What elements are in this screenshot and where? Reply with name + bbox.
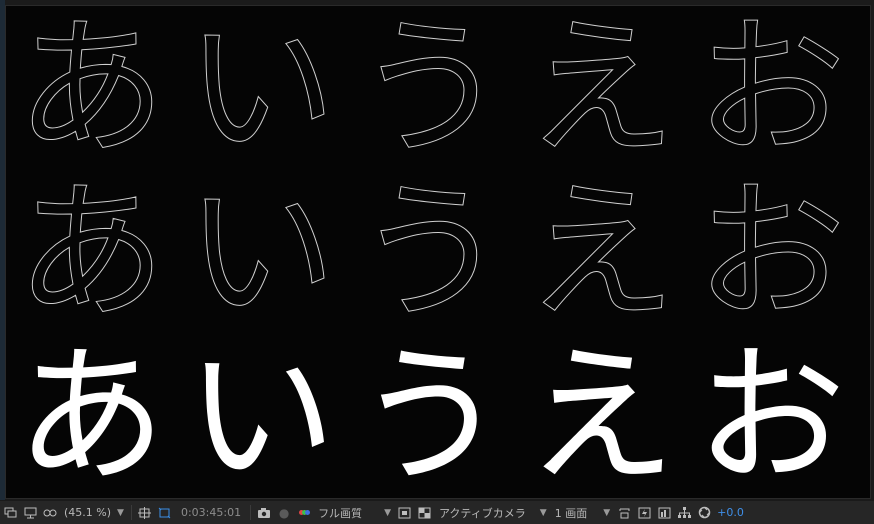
reset-exposure-icon[interactable] (694, 501, 714, 524)
monitor-icon[interactable] (20, 501, 40, 524)
mask-visibility-icon[interactable] (40, 501, 60, 524)
viewer-toolbar: (45.1 %) ▼ 0:03:45:01 ● フル画質 ▼ アクティブカメラ … (0, 500, 874, 524)
camera-value: アクティブカメラ (438, 506, 526, 520)
outline-row-1: あ い う え お (6, 2, 870, 176)
panel-edge (0, 0, 5, 500)
outline-row-2: あ い う え お (6, 166, 870, 340)
channel-icon[interactable] (294, 501, 314, 524)
glyph: い (185, 2, 336, 176)
glyph: う (355, 2, 506, 176)
fast-previews-icon[interactable] (634, 501, 654, 524)
glyph: い (185, 330, 336, 504)
toggle-pixel-aspect-icon[interactable] (614, 501, 634, 524)
divider (250, 505, 252, 520)
glyph: う (355, 330, 506, 504)
always-preview-icon[interactable] (0, 501, 20, 524)
glyph: お (695, 330, 846, 504)
views-dropdown[interactable]: 1 画面 ▼ (551, 501, 614, 524)
glyph: あ (15, 330, 166, 504)
glyph: お (695, 2, 846, 176)
checkerboard-icon[interactable] (415, 501, 435, 524)
composition-canvas[interactable]: あ い う え お あ い う え お あ い う え お (6, 6, 870, 498)
exposure-value[interactable]: +0.0 (714, 501, 747, 524)
zoom-dropdown[interactable]: (45.1 %) ▼ (60, 501, 128, 524)
show-snapshot-icon[interactable]: ● (274, 501, 294, 524)
zoom-value: (45.1 %) (64, 506, 112, 519)
camera-dropdown[interactable]: アクティブカメラ ▼ (435, 501, 551, 524)
chevron-down-icon: ▼ (539, 507, 547, 518)
timeline-icon[interactable] (654, 501, 674, 524)
glyph: う (355, 166, 506, 340)
glyph: い (185, 166, 336, 340)
divider (130, 505, 132, 520)
flowchart-icon[interactable] (674, 501, 694, 524)
solid-row: あ い う え お (6, 342, 870, 492)
safe-zones-icon[interactable] (135, 501, 155, 524)
chevron-down-icon: ▼ (117, 507, 124, 518)
glyph: あ (15, 166, 166, 340)
current-time[interactable]: 0:03:45:01 (175, 501, 247, 524)
chevron-down-icon: ▼ (603, 507, 611, 518)
camera-snapshot-icon[interactable] (254, 501, 274, 524)
resolution-dropdown[interactable]: フル画質 ▼ (314, 501, 395, 524)
chevron-down-icon: ▼ (384, 507, 391, 518)
region-of-interest-icon[interactable] (395, 501, 415, 524)
glyph: あ (15, 2, 166, 176)
transparency-grid-icon[interactable] (155, 501, 175, 524)
composition-viewer: あ い う え お あ い う え お あ い う え お (0, 0, 874, 500)
glyph: え (525, 166, 676, 340)
resolution-value: フル画質 (318, 506, 363, 520)
glyph: お (695, 166, 846, 340)
views-value: 1 画面 (554, 506, 588, 520)
glyph: え (525, 330, 676, 504)
glyph: え (525, 2, 676, 176)
